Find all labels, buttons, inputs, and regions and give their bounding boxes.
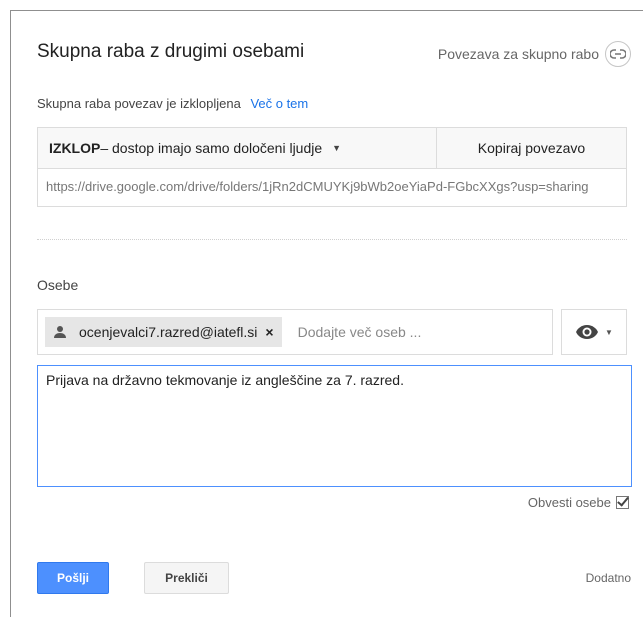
permission-dropdown-button[interactable]: ▼ [561,309,627,355]
message-textarea[interactable]: Prijava na državno tekmovanje iz anglešč… [37,365,632,487]
notify-people-checkbox[interactable] [616,496,629,509]
learn-more-link[interactable]: Več o tem [250,96,308,111]
link-access-description: – dostop imajo samo določeni ljudje [100,140,323,156]
link-access-dropdown[interactable]: IZKLOP – dostop imajo samo določeni ljud… [38,128,437,168]
get-shareable-link-button[interactable]: Povezava za skupno rabo [438,41,631,67]
people-input-field[interactable]: ocenjevalci7.razred@iatefl.si × [37,309,553,355]
people-label: Osebe [37,277,79,293]
cancel-button[interactable]: Prekliči [144,562,229,594]
get-shareable-link-label: Povezava za skupno rabo [437,46,599,62]
chevron-down-icon: ▼ [605,327,613,337]
link-icon [605,41,631,67]
dialog-title: Skupna raba z drugimi osebami [37,41,305,62]
recipient-chip: ocenjevalci7.razred@iatefl.si × [45,317,282,347]
notify-people-option[interactable]: Obvesti osebe [528,495,629,510]
copy-link-button[interactable]: Kopiraj povezavo [437,128,626,168]
remove-recipient-icon[interactable]: × [265,324,273,340]
send-button[interactable]: Pošlji [37,562,109,594]
advanced-link[interactable]: Dodatno [586,571,631,585]
link-access-row: IZKLOP – dostop imajo samo določeni ljud… [37,127,627,169]
chevron-down-icon: ▼ [332,143,342,153]
link-sharing-status-text: Skupna raba povezav je izklopljena [37,96,241,111]
link-access-mode: IZKLOP [49,140,101,156]
share-url-field[interactable]: https://drive.google.com/drive/folders/1… [37,169,627,207]
add-people-input[interactable] [295,323,470,341]
person-icon [54,326,66,338]
eye-icon [576,325,599,339]
link-sharing-status: Skupna raba povezav je izklopljena Več o… [37,96,308,111]
share-dialog: Skupna raba z drugimi osebami Povezava z… [10,10,643,617]
notify-people-label: Obvesti osebe [527,495,611,510]
section-divider [37,239,627,240]
recipient-email: ocenjevalci7.razred@iatefl.si [79,324,258,340]
